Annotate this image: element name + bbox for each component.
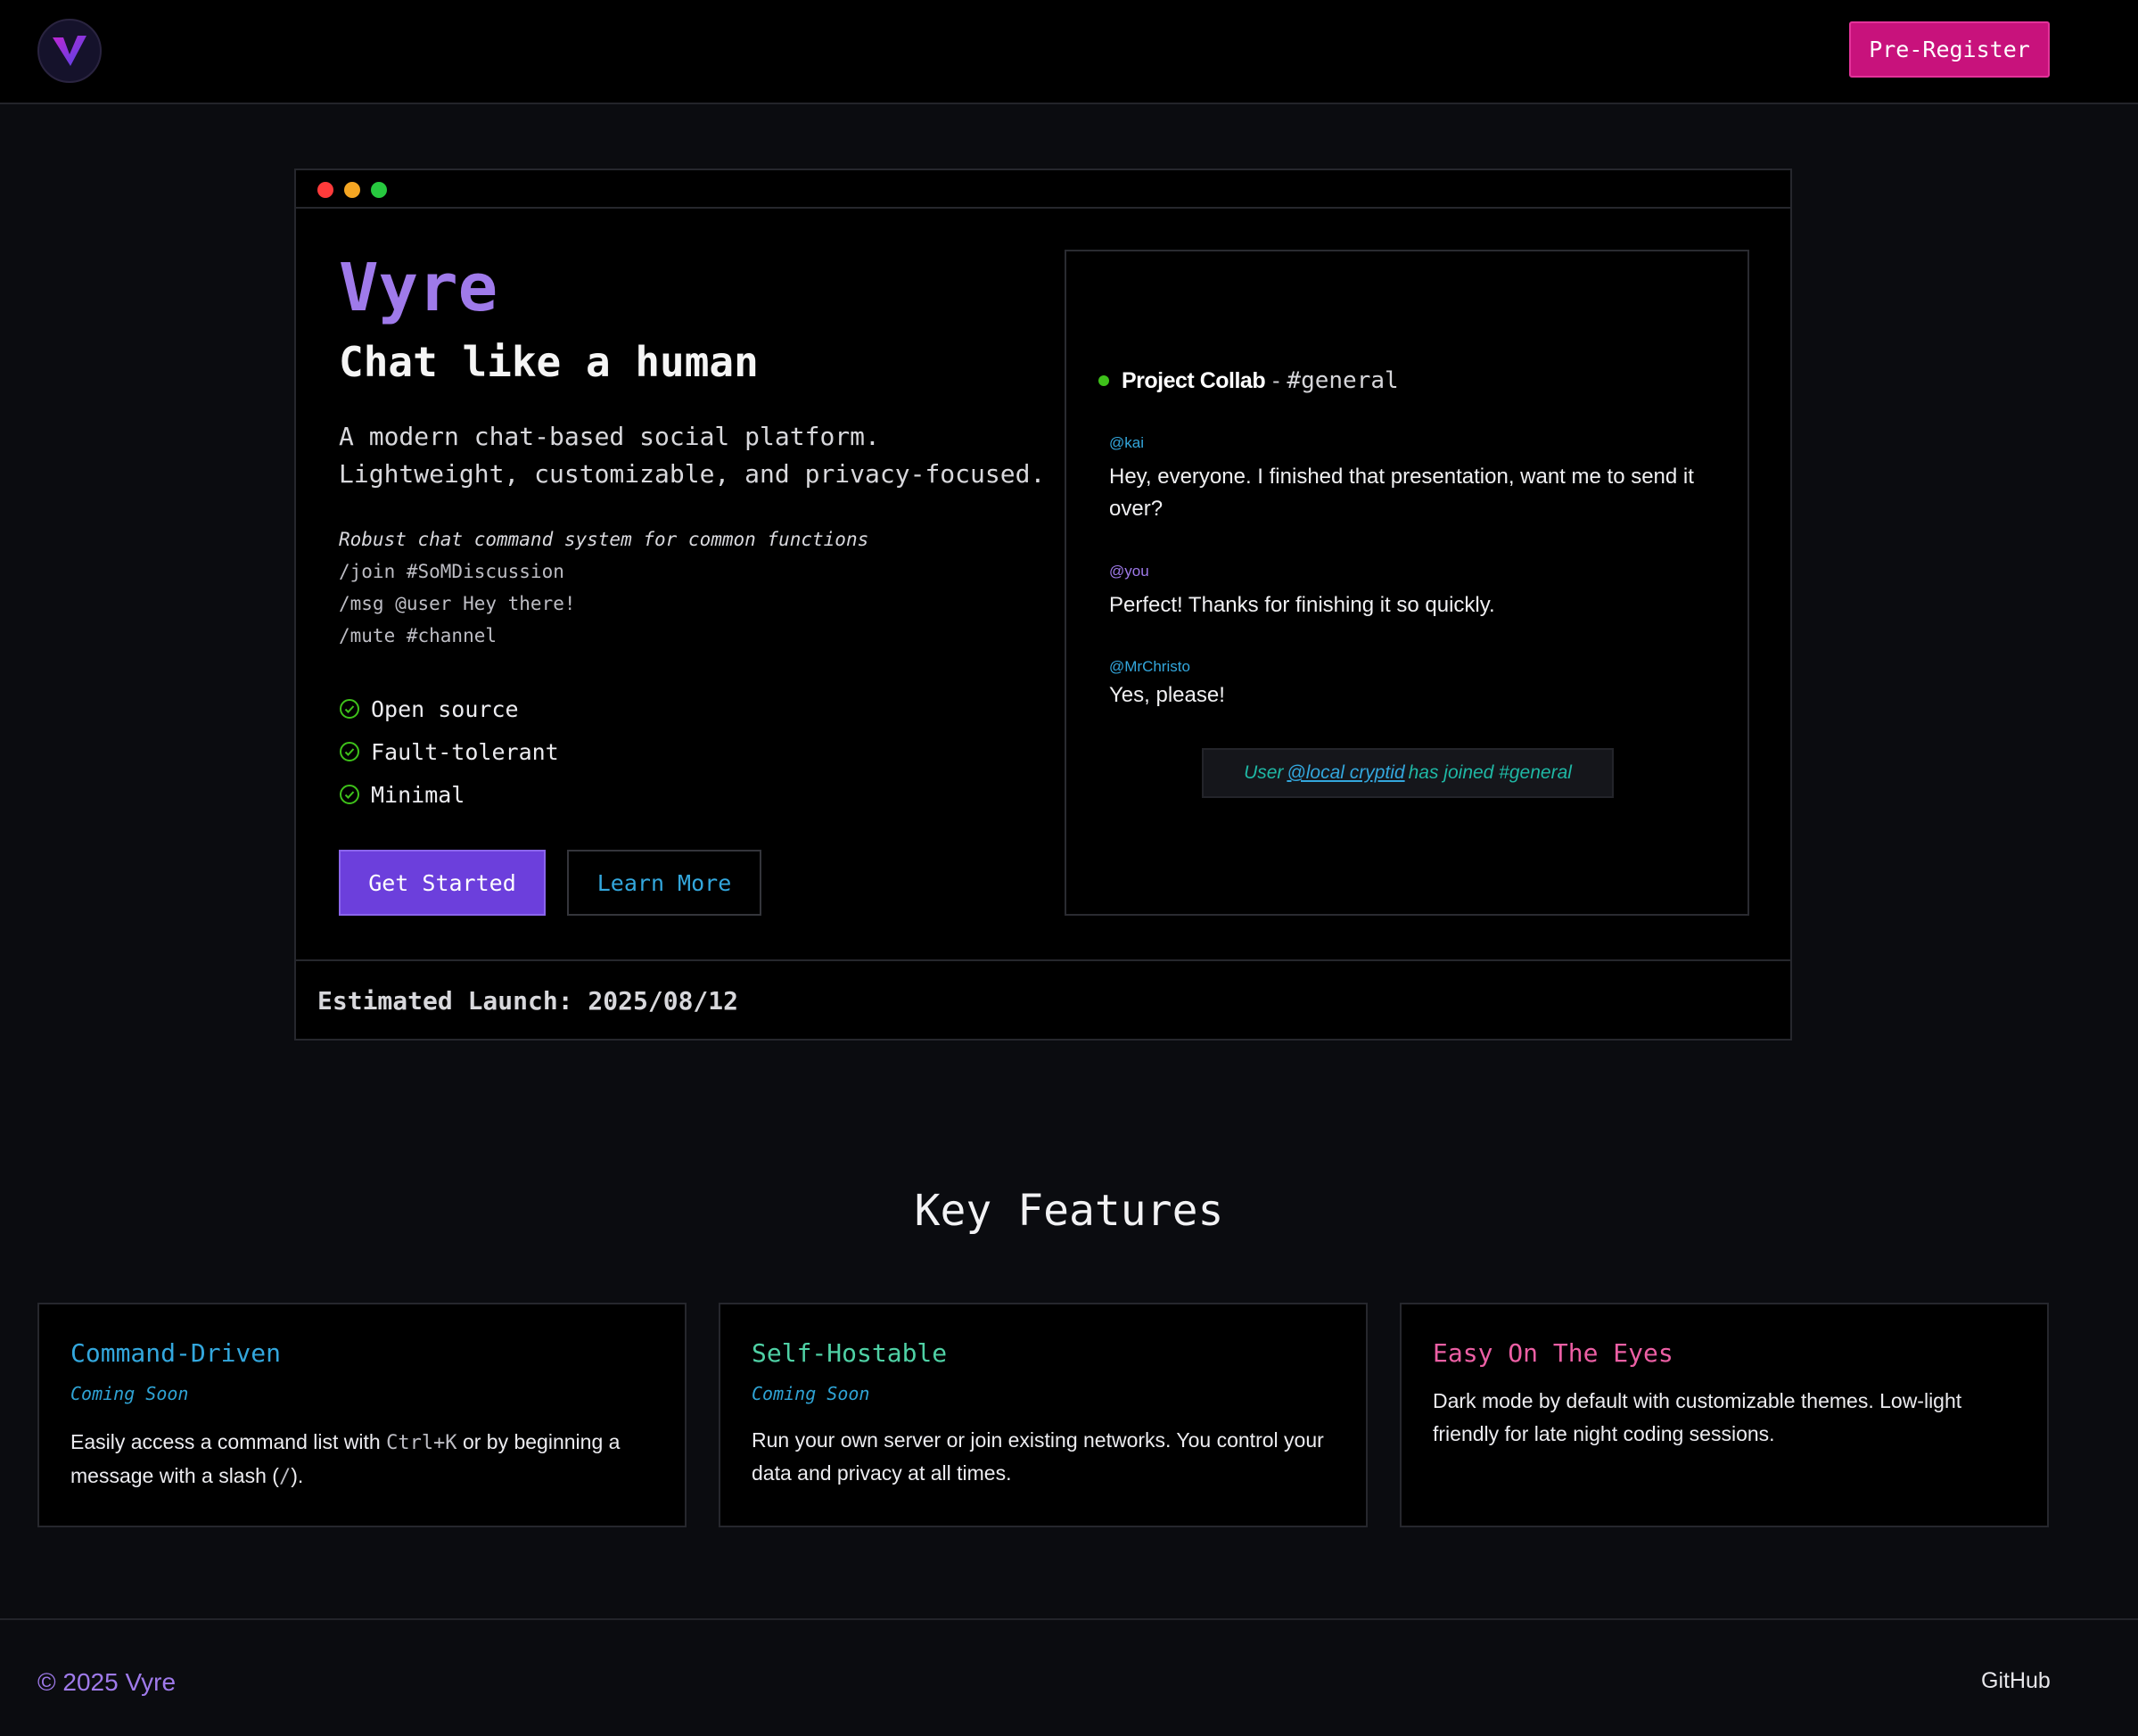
chat-message: @kai Hey, everyone. I finished that pres… bbox=[1109, 434, 1715, 525]
learn-more-button[interactable]: Learn More bbox=[567, 850, 761, 916]
join-notice: User @local cryptid has joined #general bbox=[1202, 748, 1614, 798]
message-text: Perfect! Thanks for finishing it so quic… bbox=[1109, 593, 1495, 617]
features-heading: Key Features bbox=[914, 1186, 1224, 1236]
message-text: Hey, everyone. I finished that presentat… bbox=[1109, 465, 1694, 521]
feature-text: Easily access a command list with bbox=[70, 1430, 381, 1453]
feature-body: Dark mode by default with customizable t… bbox=[1433, 1389, 1962, 1445]
feature-card: Command-Driven Coming Soon Easily access… bbox=[37, 1303, 687, 1527]
feature-body: Run your own server or join existing net… bbox=[752, 1428, 1324, 1485]
chat-message: @MrChristo Yes, please! bbox=[1109, 658, 1715, 712]
slash-key: / bbox=[278, 1466, 292, 1488]
join-prefix: User bbox=[1244, 762, 1284, 783]
command-example: /msg @user Hey there! bbox=[339, 593, 576, 614]
vyre-logo-icon[interactable] bbox=[37, 19, 102, 83]
feature-body: Easily access a command list with Ctrl+K… bbox=[70, 1426, 659, 1493]
feature-title: Command-Driven bbox=[70, 1338, 282, 1368]
feature-title: Easy On The Eyes bbox=[1433, 1338, 1673, 1368]
launch-date: Estimated Launch: 2025/08/12 bbox=[317, 986, 739, 1016]
window-titlebar bbox=[296, 170, 1790, 209]
copyright: © 2025 Vyre bbox=[37, 1668, 177, 1696]
shortcut-key: Ctrl+K bbox=[386, 1432, 457, 1454]
join-user-link[interactable]: @local cryptid bbox=[1287, 762, 1404, 784]
message-user: @kai bbox=[1109, 434, 1144, 451]
coming-soon-label: Coming Soon bbox=[70, 1383, 189, 1404]
message-user: @MrChristo bbox=[1109, 658, 1190, 675]
hero-description: A modern chat-based social platform. Lig… bbox=[339, 418, 1045, 493]
close-dot-icon bbox=[317, 182, 333, 198]
check-label: Minimal bbox=[371, 781, 465, 808]
join-suffix: has joined #general bbox=[1408, 762, 1572, 783]
check-circle-icon bbox=[340, 785, 359, 804]
check-label: Open source bbox=[371, 695, 519, 722]
footer: © 2025 Vyre GitHub bbox=[0, 1618, 2138, 1736]
get-started-button[interactable]: Get Started bbox=[339, 850, 546, 916]
check-circle-icon bbox=[340, 699, 359, 719]
launch-bar: Estimated Launch: 2025/08/12 bbox=[296, 959, 1790, 1041]
check-circle-icon bbox=[340, 742, 359, 761]
chat-header: Project Collab - #general bbox=[1098, 367, 1399, 394]
check-item: Open source bbox=[339, 687, 559, 730]
message-text: Yes, please! bbox=[1109, 683, 1225, 707]
coming-soon-label: Coming Soon bbox=[752, 1383, 870, 1404]
message-user: @you bbox=[1109, 563, 1149, 580]
chat-preview: Project Collab - #general @kai Hey, ever… bbox=[1065, 250, 1749, 916]
command-example: /join #SoMDiscussion bbox=[339, 561, 564, 582]
description-line: A modern chat-based social platform. bbox=[339, 422, 880, 451]
check-item: Minimal bbox=[339, 773, 559, 816]
command-example: /mute #channel bbox=[339, 625, 497, 646]
online-status-icon bbox=[1098, 375, 1109, 386]
feature-checklist: Open source Fault-tolerant Minimal bbox=[339, 687, 559, 816]
brand-title: Vyre bbox=[339, 250, 498, 326]
maximize-dot-icon bbox=[371, 182, 387, 198]
chat-channel: #general bbox=[1287, 367, 1399, 394]
feature-card: Easy On The Eyes Dark mode by default wi… bbox=[1400, 1303, 2049, 1527]
feature-card: Self-Hostable Coming Soon Run your own s… bbox=[719, 1303, 1368, 1527]
description-line: Lightweight, customizable, and privacy-f… bbox=[339, 459, 1046, 489]
chat-channel-name: Project Collab bbox=[1122, 367, 1266, 393]
chat-message: @you Perfect! Thanks for finishing it so… bbox=[1109, 563, 1715, 621]
tagline: Chat like a human bbox=[339, 338, 759, 386]
feature-text: ). bbox=[291, 1464, 304, 1487]
github-link[interactable]: GitHub bbox=[1981, 1668, 2051, 1694]
check-item: Fault-tolerant bbox=[339, 730, 559, 773]
chat-separator: - bbox=[1272, 367, 1280, 393]
pre-register-button[interactable]: Pre-Register bbox=[1849, 21, 2050, 78]
check-label: Fault-tolerant bbox=[371, 738, 559, 765]
feature-title: Self-Hostable bbox=[752, 1338, 948, 1368]
minimize-dot-icon bbox=[344, 182, 360, 198]
top-bar: Pre-Register bbox=[0, 0, 2138, 104]
hero-window: Vyre Chat like a human A modern chat-bas… bbox=[294, 169, 1792, 1041]
commands-title: Robust chat command system for common fu… bbox=[339, 529, 869, 550]
command-examples: Robust chat command system for common fu… bbox=[339, 523, 868, 652]
